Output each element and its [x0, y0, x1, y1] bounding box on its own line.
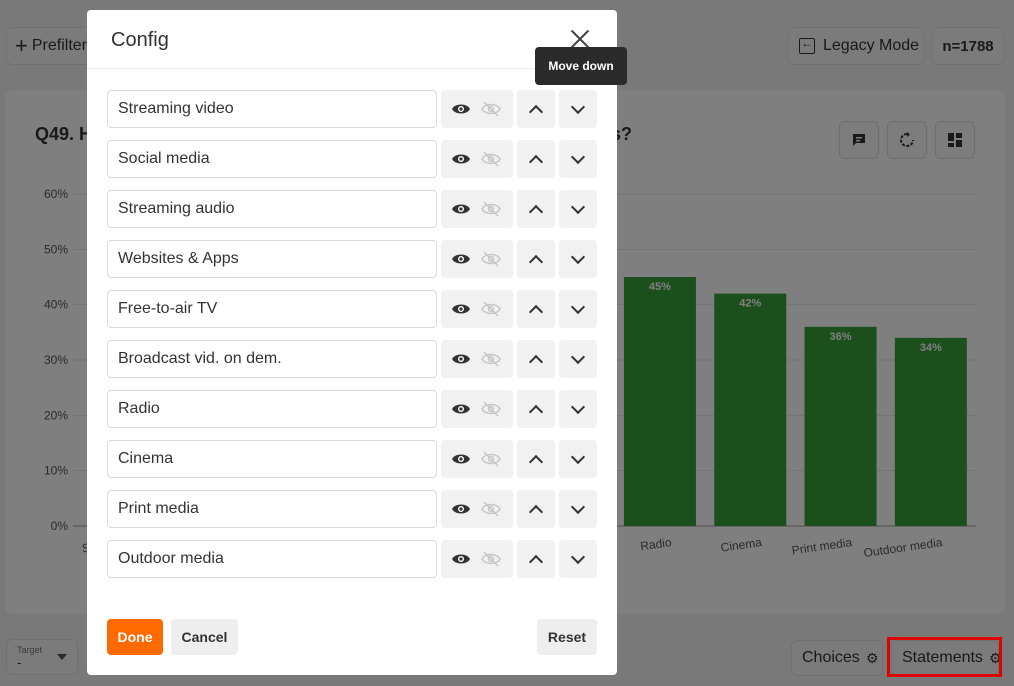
statement-input[interactable]: Broadcast vid. on dem. — [107, 340, 437, 378]
statement-input[interactable]: Radio — [107, 390, 437, 428]
reset-button[interactable]: Reset — [537, 619, 597, 655]
statement-row: Free-to-air TV — [107, 290, 597, 328]
statement-input[interactable]: Streaming audio — [107, 190, 437, 228]
visibility-toggle[interactable] — [441, 490, 513, 528]
chevron-up-icon — [528, 254, 544, 269]
move-down-button[interactable] — [559, 190, 597, 228]
statement-input[interactable]: Social media — [107, 140, 437, 178]
done-button[interactable]: Done — [107, 619, 163, 655]
cancel-button[interactable]: Cancel — [171, 619, 238, 655]
eye-off-icon[interactable] — [481, 201, 501, 217]
eye-icon[interactable] — [451, 301, 471, 317]
move-down-button[interactable] — [559, 90, 597, 128]
move-down-button[interactable] — [559, 240, 597, 278]
move-up-button[interactable] — [517, 90, 555, 128]
eye-icon[interactable] — [451, 501, 471, 517]
chevron-up-icon — [528, 104, 544, 119]
visibility-toggle[interactable] — [441, 390, 513, 428]
move-down-tooltip: Move down — [535, 47, 627, 85]
statements-highlight-box — [887, 637, 1002, 677]
move-down-button[interactable] — [559, 290, 597, 328]
chevron-up-icon — [528, 154, 544, 169]
chevron-down-icon — [570, 249, 586, 264]
move-down-button[interactable] — [559, 440, 597, 478]
eye-off-icon[interactable] — [481, 501, 501, 517]
visibility-toggle[interactable] — [441, 190, 513, 228]
move-up-button[interactable] — [517, 240, 555, 278]
modal-title: Config — [111, 29, 169, 51]
eye-icon[interactable] — [451, 551, 471, 567]
statement-row: Outdoor media — [107, 540, 597, 578]
move-up-button[interactable] — [517, 540, 555, 578]
chevron-down-icon — [570, 549, 586, 564]
eye-off-icon[interactable] — [481, 151, 501, 167]
eye-icon[interactable] — [451, 251, 471, 267]
visibility-toggle[interactable] — [441, 290, 513, 328]
eye-icon[interactable] — [451, 101, 471, 117]
move-up-button[interactable] — [517, 340, 555, 378]
statement-input[interactable]: Outdoor media — [107, 540, 437, 578]
eye-off-icon[interactable] — [481, 551, 501, 567]
chevron-down-icon — [570, 99, 586, 114]
eye-off-icon[interactable] — [481, 301, 501, 317]
eye-icon[interactable] — [451, 451, 471, 467]
statement-input[interactable]: Cinema — [107, 440, 437, 478]
statement-row: Print media — [107, 490, 597, 528]
statement-row: Social media — [107, 140, 597, 178]
chevron-down-icon — [570, 349, 586, 364]
eye-off-icon[interactable] — [481, 451, 501, 467]
move-down-button[interactable] — [559, 140, 597, 178]
statement-input[interactable]: Free-to-air TV — [107, 290, 437, 328]
chevron-down-icon — [570, 449, 586, 464]
move-down-button[interactable] — [559, 340, 597, 378]
chevron-down-icon — [570, 299, 586, 314]
chevron-down-icon — [570, 399, 586, 414]
move-down-button[interactable] — [559, 540, 597, 578]
config-modal: Config Move down Streaming video Social m… — [87, 10, 627, 675]
visibility-toggle[interactable] — [441, 240, 513, 278]
visibility-toggle[interactable] — [441, 90, 513, 128]
visibility-toggle[interactable] — [441, 340, 513, 378]
move-up-button[interactable] — [517, 290, 555, 328]
statement-row: Cinema — [107, 440, 597, 478]
statement-row: Streaming audio — [107, 190, 597, 228]
statement-input[interactable]: Print media — [107, 490, 437, 528]
chevron-up-icon — [528, 504, 544, 519]
move-up-button[interactable] — [517, 190, 555, 228]
move-up-button[interactable] — [517, 440, 555, 478]
statement-row: Broadcast vid. on dem. — [107, 340, 597, 378]
statement-row: Streaming video — [107, 90, 597, 128]
eye-icon[interactable] — [451, 351, 471, 367]
visibility-toggle[interactable] — [441, 440, 513, 478]
move-down-button[interactable] — [559, 490, 597, 528]
chevron-up-icon — [528, 204, 544, 219]
chevron-up-icon — [528, 554, 544, 569]
eye-icon[interactable] — [451, 201, 471, 217]
chevron-down-icon — [570, 199, 586, 214]
eye-icon[interactable] — [451, 401, 471, 417]
chevron-down-icon — [570, 499, 586, 514]
eye-off-icon[interactable] — [481, 401, 501, 417]
move-up-button[interactable] — [517, 490, 555, 528]
statement-row: Websites & Apps — [107, 240, 597, 278]
move-up-button[interactable] — [517, 140, 555, 178]
chevron-up-icon — [528, 354, 544, 369]
chevron-up-icon — [528, 304, 544, 319]
eye-off-icon[interactable] — [481, 101, 501, 117]
eye-off-icon[interactable] — [481, 351, 501, 367]
chevron-up-icon — [528, 404, 544, 419]
statement-input[interactable]: Streaming video — [107, 90, 437, 128]
statement-row: Radio — [107, 390, 597, 428]
statement-input[interactable]: Websites & Apps — [107, 240, 437, 278]
visibility-toggle[interactable] — [441, 140, 513, 178]
eye-off-icon[interactable] — [481, 251, 501, 267]
move-down-button[interactable] — [559, 390, 597, 428]
chevron-down-icon — [570, 149, 586, 164]
visibility-toggle[interactable] — [441, 540, 513, 578]
eye-icon[interactable] — [451, 151, 471, 167]
chevron-up-icon — [528, 454, 544, 469]
move-up-button[interactable] — [517, 390, 555, 428]
